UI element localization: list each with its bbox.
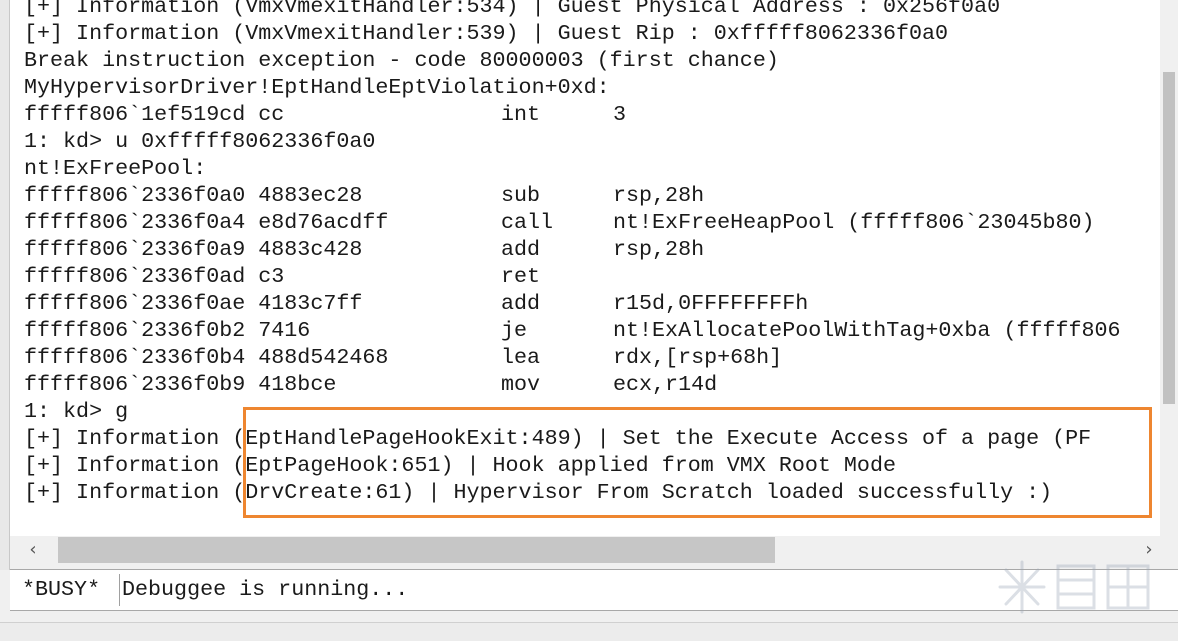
disasm-operands: ecx,r14d: [613, 372, 718, 397]
disasm-operands: rsp,28h: [613, 237, 705, 262]
disasm-line: fffff806`2336f0a4 e8d76acdff call nt!ExFre…: [24, 209, 1095, 236]
disasm-line: fffff806`2336f0b9 418bce mov ecx,r14d: [24, 371, 717, 398]
vertical-scroll-thumb[interactable]: [1163, 72, 1175, 404]
disasm-mnemonic: lea: [501, 345, 541, 370]
disasm-line: fffff806`2336f0ae 4183c7ff add r15d,0FFFFF…: [24, 290, 808, 317]
output-line: nt!ExFreePool:: [24, 156, 207, 181]
disasm-mnemonic: add: [501, 237, 541, 262]
disasm-mnemonic: sub: [501, 183, 541, 208]
disasm-address: fffff806`2336f0a4 e8d76acdff: [24, 210, 389, 235]
disasm-operands: nt!ExFreeHeapPool (fffff806`23045b80): [613, 210, 1095, 235]
disasm-mnemonic: mov: [501, 372, 541, 397]
command-divider: [119, 574, 120, 606]
output-line: [+] Information (VmxVmexitHandler:534) |…: [24, 0, 1001, 19]
disasm-mnemonic: call: [501, 210, 554, 235]
disasm-address: fffff806`2336f0b9 418bce: [24, 372, 337, 397]
disasm-mnemonic: ret: [501, 264, 541, 289]
kanxue-watermark-icon: [998, 560, 1150, 614]
highlight-annotation-box: [243, 407, 1152, 518]
command-input[interactable]: Debuggee is running...: [122, 576, 1002, 604]
output-line: [+] Information (VmxVmexitHandler:539) |…: [24, 21, 949, 46]
disasm-address: fffff806`2336f0b4 488d542468: [24, 345, 389, 370]
disasm-line: fffff806`2336f0b4 488d542468 lea rdx,[rsp+…: [24, 344, 782, 371]
disasm-mnemonic: int: [501, 102, 541, 127]
vertical-scrollbar[interactable]: [1160, 0, 1178, 536]
disasm-operands: rdx,[rsp+68h]: [613, 345, 783, 370]
disasm-operands: nt!ExAllocatePoolWithTag+0xba (fffff806: [613, 318, 1121, 343]
horizontal-scrollbar[interactable]: ‹ ›: [22, 536, 1160, 564]
disasm-address: fffff806`1ef519cd cc: [24, 102, 285, 127]
output-line: Break instruction exception - code 80000…: [24, 48, 779, 73]
disasm-line: fffff806`2336f0ad c3 ret: [24, 263, 540, 290]
output-line: MyHypervisorDriver!EptHandleEptViolation…: [24, 75, 610, 100]
disasm-address: fffff806`2336f0ad c3: [24, 264, 285, 289]
disasm-line: fffff806`2336f0a9 4883c428 add rsp,28h: [24, 236, 704, 263]
disasm-address: fffff806`2336f0a9 4883c428: [24, 237, 363, 262]
disasm-mnemonic: je: [501, 318, 528, 343]
disasm-operands: rsp,28h: [613, 183, 705, 208]
command-prompt-label: *BUSY*: [22, 577, 101, 602]
status-strip: [0, 622, 1178, 641]
output-line: 1: kd> u 0xfffff8062336f0a0: [24, 129, 376, 154]
disasm-operands: r15d,0FFFFFFFFh: [613, 291, 809, 316]
disasm-address: fffff806`2336f0ae 4183c7ff: [24, 291, 363, 316]
disasm-line: fffff806`1ef519cd cc int 3: [24, 101, 626, 128]
disasm-line: fffff806`2336f0a0 4883ec28 sub rsp,28h: [24, 182, 704, 209]
output-line: 1: kd> g: [24, 399, 129, 424]
disasm-mnemonic: add: [501, 291, 541, 316]
disasm-address: fffff806`2336f0a0 4883ec28: [24, 183, 363, 208]
horizontal-scroll-thumb[interactable]: [58, 537, 775, 563]
disasm-operands: 3: [613, 102, 627, 127]
window-left-edge: [0, 0, 10, 570]
disasm-address: fffff806`2336f0b2 7416: [24, 318, 311, 343]
disasm-line: fffff806`2336f0b2 7416 je nt!ExAllocatePoo…: [24, 317, 1121, 344]
scroll-left-arrow-icon[interactable]: ‹: [22, 536, 44, 564]
